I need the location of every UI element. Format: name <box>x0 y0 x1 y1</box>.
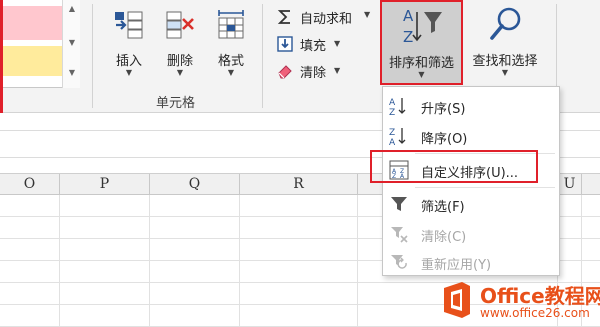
style-swatch-neutral[interactable] <box>0 46 62 76</box>
chevron-down-icon: ▼ <box>227 68 235 77</box>
clear-filter-icon <box>391 227 408 243</box>
svg-text:Z: Z <box>389 108 395 116</box>
column-header-q[interactable]: Q <box>150 174 240 195</box>
insert-label: 插入 <box>115 54 142 69</box>
clear-label: 清除 <box>300 66 327 81</box>
menu-item-clear-filter[interactable]: 清除(C) <box>383 219 559 249</box>
find-select-button[interactable]: 查找和选择 ▼ <box>463 0 547 85</box>
sort-ascending-icon: A Z <box>389 98 406 116</box>
group-divider <box>262 4 263 108</box>
column-line <box>357 195 358 327</box>
highlight-edge <box>0 0 3 113</box>
column-line <box>239 195 240 327</box>
autosum-label: 自动求和 <box>300 12 353 27</box>
magnifier-icon <box>490 7 521 40</box>
watermark-url: www.office26.com <box>480 306 590 320</box>
fill-down-icon <box>277 36 293 52</box>
svg-text:A: A <box>403 7 414 25</box>
insert-cells-icon <box>115 11 143 39</box>
menu-item-filter[interactable]: 筛选(F) <box>383 189 559 219</box>
svg-text:Z: Z <box>403 28 413 46</box>
chevron-down-icon: ▼ <box>334 39 341 48</box>
menu-item-label: 重新应用(Y) <box>421 258 492 273</box>
column-line <box>59 195 60 327</box>
delete-button[interactable]: 删除 ▼ <box>156 4 204 77</box>
insert-button[interactable]: 插入 ▼ <box>104 4 154 77</box>
menu-item-label: 筛选(F) <box>421 200 465 215</box>
column-line <box>149 195 150 327</box>
group-divider <box>92 4 93 108</box>
menu-item-sort-ascending[interactable]: A Z 升序(S) <box>383 91 559 121</box>
clear-button[interactable]: 清除 ▼ <box>276 60 346 82</box>
chevron-down-icon: ▼ <box>176 68 184 77</box>
format-button[interactable]: 格式 ▼ <box>206 4 256 77</box>
reapply-filter-icon <box>391 255 407 269</box>
column-header-o[interactable]: O <box>0 174 60 195</box>
gallery-more-icon[interactable]: ▼ <box>63 68 81 77</box>
menu-item-reapply[interactable]: 重新应用(Y) <box>383 247 559 277</box>
format-label: 格式 <box>217 54 244 69</box>
column-header-p[interactable]: P <box>60 174 150 195</box>
chevron-down-icon: ▼ <box>125 68 133 77</box>
fill-label: 填充 <box>300 39 327 54</box>
column-header-r[interactable]: R <box>240 174 358 195</box>
sigma-icon <box>277 10 290 24</box>
sort-filter-button[interactable]: A Z 排序和筛选 ▼ <box>380 0 463 85</box>
menu-item-label: 升序(S) <box>421 102 466 117</box>
find-select-label: 查找和选择 <box>472 54 538 69</box>
sort-descending-icon: Z A <box>389 128 406 146</box>
svg-text:Z: Z <box>389 128 395 138</box>
autosum-button[interactable]: 自动求和 <box>276 6 376 28</box>
eraser-icon <box>278 65 292 79</box>
svg-text:A: A <box>389 138 396 146</box>
gallery-scrollbar[interactable]: ▲ ▼ ▼ <box>62 0 80 88</box>
scroll-down-icon[interactable]: ▼ <box>63 38 81 47</box>
chevron-down-icon: ▼ <box>334 66 341 75</box>
delete-label: 删除 <box>166 54 193 69</box>
filter-icon <box>391 197 407 211</box>
sort-filter-label: 排序和筛选 <box>388 56 454 71</box>
scroll-up-icon[interactable]: ▲ <box>63 4 81 13</box>
menu-item-sort-descending[interactable]: Z A 降序(O) <box>383 121 559 151</box>
fill-button[interactable]: 填充 ▼ <box>276 33 346 55</box>
cells-group-label: 单元格 <box>156 96 196 111</box>
chevron-down-icon: ▼ <box>418 70 425 79</box>
watermark-title: Office教程网 <box>480 284 600 308</box>
cell-styles-gallery[interactable]: ▲ ▼ ▼ <box>0 0 80 88</box>
menu-item-label: 清除(C) <box>421 230 467 245</box>
menu-separator <box>415 187 555 188</box>
sort-filter-icon: A Z <box>403 7 442 46</box>
column-header-u[interactable]: U <box>558 174 582 195</box>
svg-text:A: A <box>389 98 396 108</box>
chevron-down-icon: ▼ <box>501 68 509 77</box>
watermark: Office教程网 www.office26.com <box>440 276 600 327</box>
menu-item-label: 降序(O) <box>421 132 468 147</box>
custom-sort-highlight <box>370 150 538 183</box>
chevron-down-icon[interactable]: ▼ <box>364 10 370 19</box>
format-cells-icon <box>218 10 244 39</box>
style-swatch-bad[interactable] <box>0 6 62 40</box>
delete-cells-icon <box>166 11 194 39</box>
office-logo-icon <box>444 282 470 318</box>
